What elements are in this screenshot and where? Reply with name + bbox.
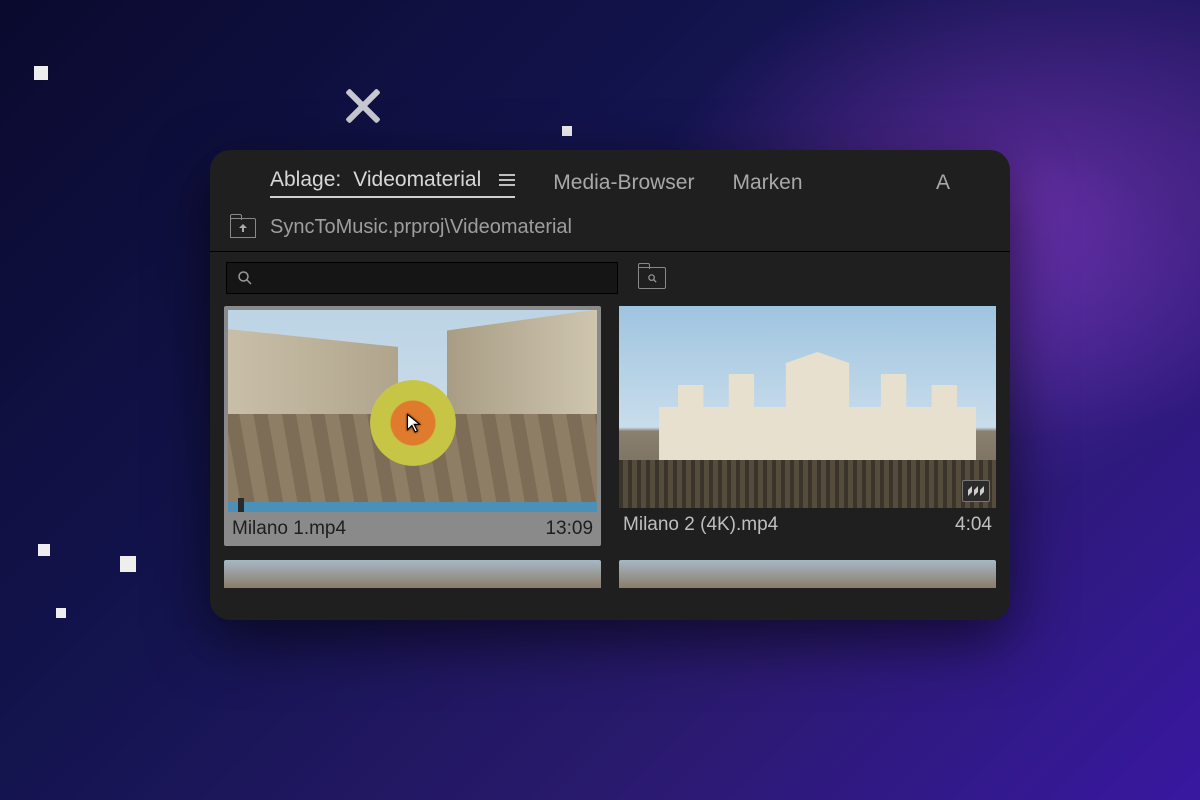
proxy-badge-icon — [962, 480, 990, 502]
folder-up-icon[interactable] — [230, 218, 256, 238]
search-box[interactable] — [226, 262, 618, 294]
scrub-bar[interactable] — [228, 502, 597, 512]
decor-square — [562, 126, 572, 136]
clip-item[interactable]: Milano 2 (4K).mp4 4:04 — [619, 306, 996, 546]
tab-bin[interactable]: Ablage: Videomaterial — [270, 168, 515, 198]
clip-item-selected[interactable]: Milano 1.mp4 13:09 — [224, 306, 601, 546]
clip-thumbnail-peek[interactable] — [619, 560, 996, 588]
clip-thumbnail-peek[interactable] — [224, 560, 601, 588]
project-panel: Ablage: Videomaterial Media-Browser Mark… — [210, 150, 1010, 620]
tab-bin-name: Videomaterial — [353, 168, 481, 192]
clip-grid-row-peek — [210, 546, 1010, 588]
decor-square — [34, 66, 48, 80]
tab-media-browser[interactable]: Media-Browser — [553, 171, 694, 195]
tab-markers[interactable]: Marken — [732, 171, 802, 195]
tab-cut[interactable]: A — [936, 171, 950, 195]
clip-duration: 4:04 — [955, 514, 992, 536]
search-bar — [210, 252, 1010, 306]
close-x-icon — [338, 82, 386, 130]
cursor-icon — [404, 412, 426, 439]
search-icon — [237, 270, 253, 286]
tab-bin-prefix: Ablage: — [270, 168, 341, 192]
clip-duration: 13:09 — [545, 518, 593, 540]
clip-thumbnail[interactable] — [228, 310, 597, 512]
search-input[interactable] — [261, 269, 607, 287]
clip-thumbnail[interactable] — [619, 306, 996, 508]
breadcrumb-path: SyncToMusic.prproj\Videomaterial — [270, 216, 572, 239]
panel-tabs: Ablage: Videomaterial Media-Browser Mark… — [210, 150, 1010, 208]
panel-menu-icon[interactable] — [499, 174, 515, 186]
decor-square — [56, 608, 66, 618]
breadcrumb-bar: SyncToMusic.prproj\Videomaterial — [210, 208, 1010, 252]
new-search-bin-icon[interactable] — [638, 267, 666, 289]
decor-square — [120, 556, 136, 572]
clip-name: Milano 1.mp4 — [232, 518, 346, 540]
clip-grid: Milano 1.mp4 13:09 Milano 2 (4K).mp4 4:0… — [210, 306, 1010, 546]
clip-name: Milano 2 (4K).mp4 — [623, 514, 778, 536]
decor-square — [38, 544, 50, 556]
